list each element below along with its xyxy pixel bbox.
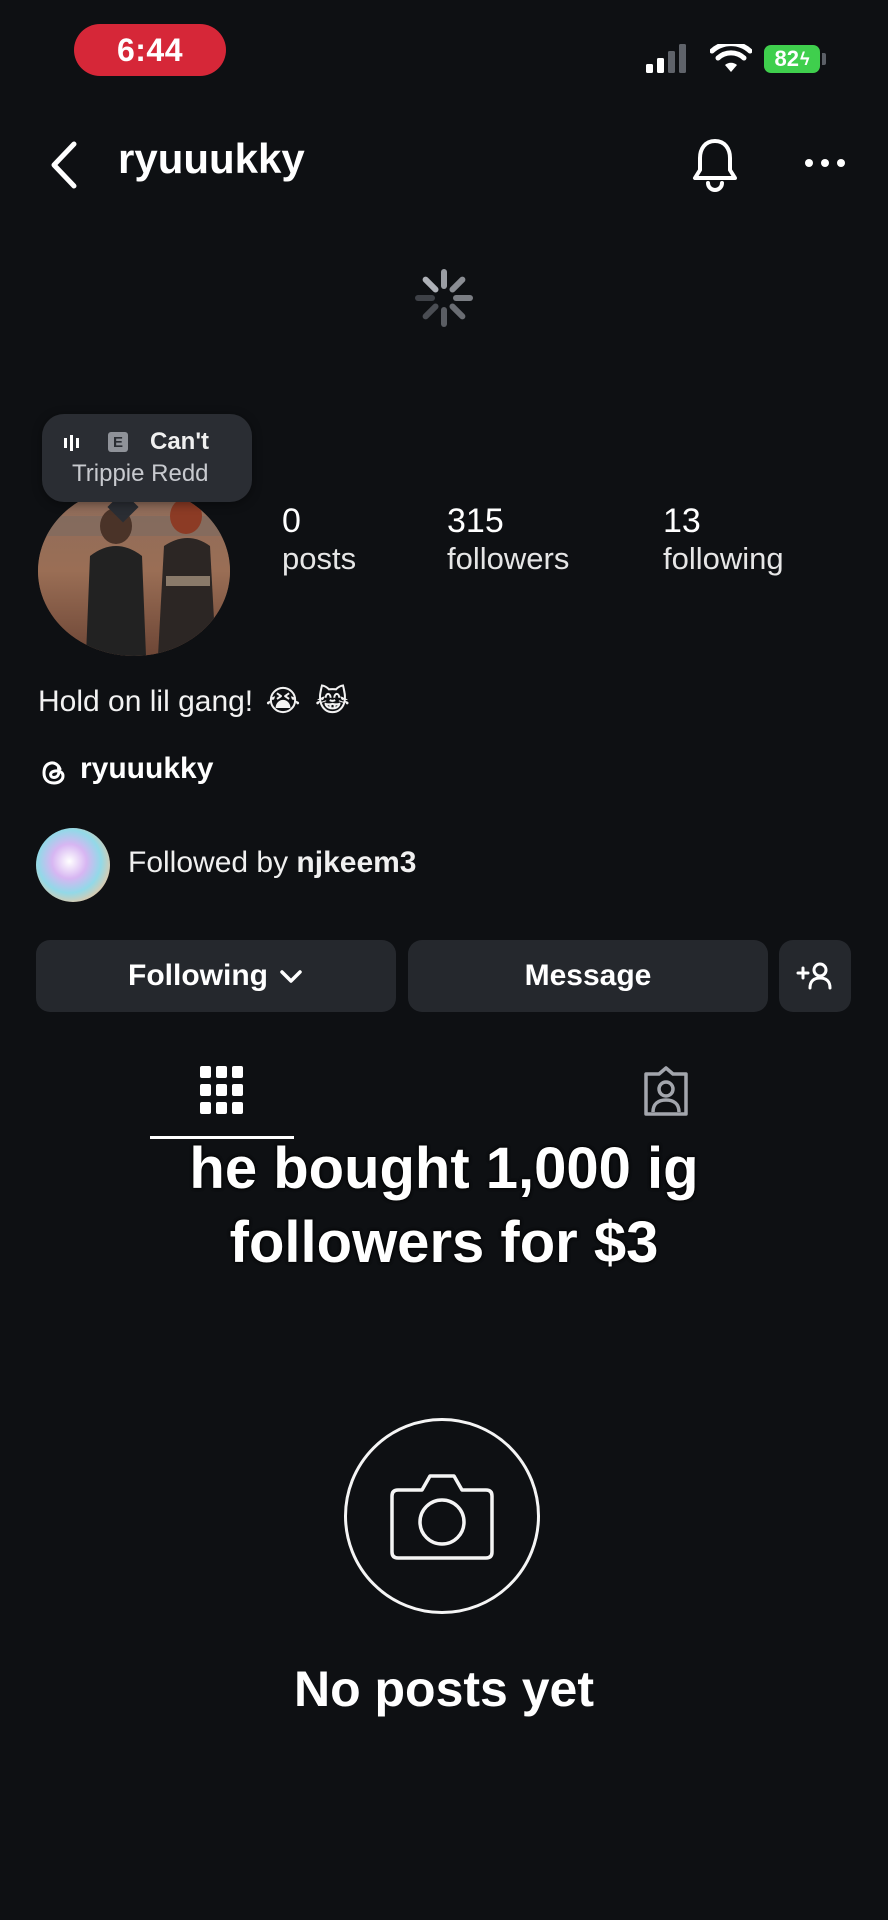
battery-nub [822, 53, 826, 65]
message-button[interactable]: Message [408, 940, 768, 1012]
stat-followers[interactable]: 315 followers [447, 502, 569, 577]
chevron-down-icon [280, 970, 302, 983]
empty-state-title: No posts yet [293, 1661, 595, 1717]
status-time-text: 6:44 [116, 31, 184, 68]
more-options-icon[interactable] [804, 156, 846, 170]
stat-following-label: following [663, 541, 784, 576]
overlay-caption: he bought 1,000 ig followers for $3 [120, 1132, 768, 1280]
battery-indicator: 82 ϟ [764, 45, 820, 73]
music-note-bubble[interactable] [42, 414, 252, 502]
stat-following[interactable]: 13 following [663, 502, 784, 577]
battery-level: 82 [774, 46, 799, 71]
follower-avatar[interactable] [36, 828, 110, 902]
caption-line-1: he bought 1,000 ig [189, 1136, 699, 1201]
grid-icon[interactable] [198, 1064, 246, 1116]
followed-by-text[interactable]: Followed by njkeem3 [128, 846, 417, 880]
crying-face-emoji: 😭 [265, 685, 301, 718]
message-button-label: Message [524, 959, 652, 992]
status-time: 6:44 [74, 24, 226, 76]
music-artist-name: Trippie Redd [72, 460, 209, 487]
following-button-label: Following [128, 959, 268, 992]
wifi-icon [710, 44, 752, 72]
stat-followers-value: 315 [447, 502, 504, 540]
add-user-icon [796, 962, 832, 990]
followed-by-user[interactable]: njkeem3 [296, 846, 416, 879]
stat-posts-label: posts [282, 541, 357, 576]
back-chevron-icon[interactable] [46, 140, 80, 190]
following-button[interactable]: Following [36, 940, 396, 1012]
explicit-badge: E [108, 432, 128, 452]
bell-icon[interactable] [690, 136, 740, 192]
charging-bolt-icon: ϟ [799, 48, 810, 69]
threads-handle[interactable]: ryuuukky [80, 752, 213, 786]
profile-username-title: ryuuukky [118, 135, 305, 182]
add-user-button[interactable] [779, 940, 851, 1012]
threads-icon[interactable] [38, 757, 70, 789]
stat-following-value: 13 [663, 502, 701, 540]
caption-line-2: followers for $3 [229, 1210, 659, 1275]
followed-by-prefix: Followed by [128, 846, 289, 879]
stat-followers-label: followers [447, 541, 570, 576]
tagged-person-icon[interactable] [640, 1066, 692, 1118]
cellular-signal-icon [646, 44, 686, 73]
audio-bars-icon [64, 435, 79, 451]
profile-bio: Hold on lil gang! 😭 😹 [38, 684, 350, 719]
cat-tears-of-joy-emoji: 😹 [314, 685, 350, 718]
loading-spinner-icon [415, 269, 473, 327]
stat-posts-value: 0 [282, 502, 301, 540]
music-song-title: Can't [150, 428, 210, 455]
bio-text: Hold on lil gang! [38, 685, 254, 718]
stat-posts[interactable]: 0 posts [282, 502, 356, 577]
camera-icon [390, 1474, 494, 1560]
